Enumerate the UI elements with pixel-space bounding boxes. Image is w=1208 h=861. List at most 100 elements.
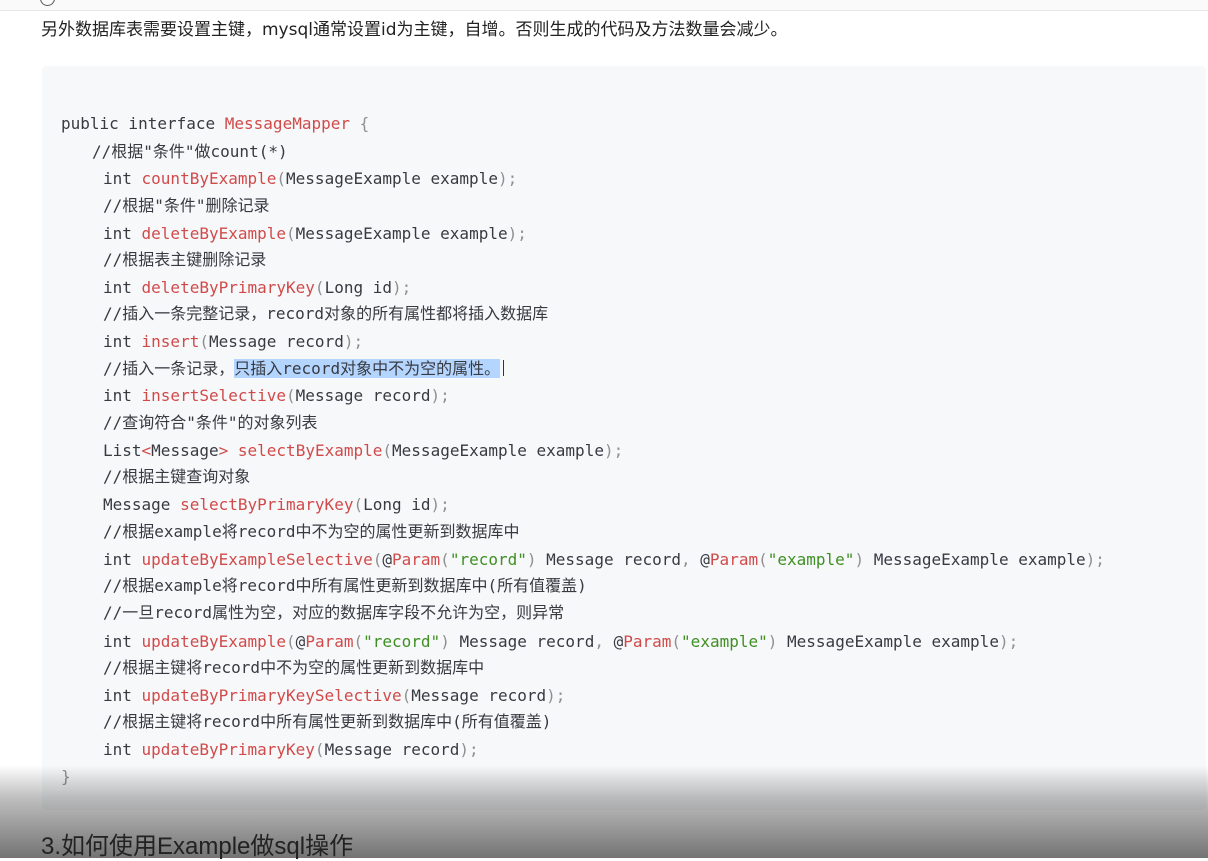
code-line: int deleteByExample(MessageExample examp… [103, 224, 527, 244]
selected-text[interactable]: 只插入record对象中不为空的属性。 [234, 359, 501, 378]
code-method: selectByExample [237, 441, 383, 460]
text-cursor-icon [503, 360, 512, 376]
code-comment: //根据主键将record中不为空的属性更新到数据库中 [103, 658, 485, 677]
code-args: Message record [449, 632, 595, 651]
code-type: int [103, 550, 142, 569]
code-args: Message record [208, 332, 344, 351]
code-punct: ( [372, 550, 383, 569]
code-method: insertSelective [141, 386, 287, 405]
code-block[interactable]: public interface MessageMapper { //根据"条件… [42, 66, 1206, 810]
code-args: Message record [295, 386, 431, 405]
code-comment: //根据example将record中所有属性更新到数据库中(所有值覆盖) [103, 576, 587, 595]
code-punct: ) [440, 632, 450, 651]
code-comment: //根据example将record中不为空的属性更新到数据库中 [103, 522, 520, 541]
code-type: int [103, 224, 142, 243]
code-method: countByExample [141, 169, 277, 188]
top-toolbar [0, 0, 1208, 11]
code-line: int deleteByPrimaryKey(Long id); [103, 278, 411, 298]
code-comment: //查询符合"条件"的对象列表 [103, 413, 318, 432]
code-punct: ); [430, 386, 450, 405]
code-punct: ) [526, 550, 537, 569]
code-annotation: Param [392, 550, 441, 569]
code-punct: ( [353, 632, 364, 651]
code-string: "record" [449, 550, 527, 569]
code-comment: //根据"条件"删除记录 [103, 196, 270, 215]
code-comment: //根据表主键删除记录 [103, 250, 267, 269]
code-at: @ [382, 550, 392, 569]
code-method: updateByPrimaryKeySelective [141, 686, 402, 705]
code-string: "example" [767, 550, 855, 569]
info-icon[interactable] [40, 0, 55, 6]
code-punct: ( [401, 686, 412, 705]
code-punct: , [594, 632, 614, 651]
code-args: Message record [411, 686, 547, 705]
code-punct: ) [767, 632, 778, 651]
code-punct: ); [1085, 550, 1105, 569]
code-type: int [103, 332, 142, 351]
code-comment: //根据主键查询对象 [103, 467, 251, 486]
code-args: MessageExample example [392, 441, 604, 460]
code-keyword: public interface [61, 114, 225, 133]
code-punct: ( [314, 278, 325, 297]
code-args: MessageExample example [286, 169, 498, 188]
code-punct: ( [671, 632, 682, 651]
code-args: Message record [324, 740, 460, 759]
code-punct: ); [459, 740, 479, 759]
code-args: MessageExample example [295, 224, 508, 243]
code-punct: ); [546, 686, 566, 705]
code-type: List [103, 441, 142, 460]
code-string: "record" [363, 632, 441, 651]
code-line: int insertSelective(Message record); [103, 386, 450, 406]
section-heading: 3.如何使用Example做sql操作 [41, 833, 354, 860]
code-punct: ( [276, 169, 287, 188]
code-at: @ [613, 632, 624, 651]
code-method: deleteByPrimaryKey [141, 278, 315, 297]
code-args: MessageExample example [864, 550, 1086, 569]
code-line: List<Message> selectByExample(MessageExa… [103, 441, 623, 461]
code-punct: ( [758, 550, 768, 569]
code-punct: ); [603, 441, 624, 460]
code-comment: //根据"条件"做count(*) [92, 142, 288, 161]
code-punct: ( [314, 740, 325, 759]
code-annotation: Param [305, 632, 354, 651]
code-comment: //一旦record属性为空，对应的数据库字段不允许为空，则异常 [103, 603, 565, 622]
code-punct: ); [497, 169, 518, 188]
code-type: int [103, 278, 142, 297]
code-method: insert [141, 332, 200, 351]
code-type: Message [151, 441, 219, 460]
intro-paragraph: 另外数据库表需要设置主键，mysql通常设置id为主键，自增。否则生成的代码及方… [41, 20, 788, 40]
code-args: MessageExample example [777, 632, 999, 651]
code-args: Long id [363, 495, 431, 514]
code-line: int updateByExample(@Param("record") Mes… [103, 632, 1018, 652]
code-punct: ( [382, 441, 393, 460]
code-punct: ); [343, 332, 364, 351]
code-punct: ( [199, 332, 209, 351]
code-punct: ); [507, 224, 527, 243]
code-punct: ( [286, 386, 296, 405]
code-args: Message record [536, 550, 682, 569]
code-punct: ( [286, 224, 296, 243]
code-punct: ( [353, 495, 364, 514]
code-punct: ) [854, 550, 865, 569]
code-punct: ); [392, 278, 412, 297]
code-punct: , [681, 550, 701, 569]
code-punct: ); [998, 632, 1019, 651]
code-type: int [103, 632, 142, 651]
code-at: @ [295, 632, 306, 651]
code-punct: > [218, 441, 229, 460]
code-punct: ( [440, 550, 450, 569]
code-line: int updateByExampleSelective(@Param("rec… [103, 550, 1105, 570]
code-at: @ [700, 550, 710, 569]
code-comment: //插入一条完整记录，record对象的所有属性都将插入数据库 [103, 304, 549, 323]
code-annotation: Param [709, 550, 759, 569]
code-punct: ( [286, 632, 296, 651]
code-line: int countByExample(MessageExample exampl… [103, 169, 517, 189]
code-line: int insert(Message record); [103, 332, 363, 352]
code-args: Long id [324, 278, 392, 297]
code-line: int updateByPrimaryKey(Message record); [103, 740, 479, 760]
code-type: int [103, 740, 142, 759]
code-line: int updateByPrimaryKeySelective(Message … [103, 686, 565, 706]
code-punct: < [141, 441, 152, 460]
code-comment: //插入一条记录， [103, 359, 235, 378]
